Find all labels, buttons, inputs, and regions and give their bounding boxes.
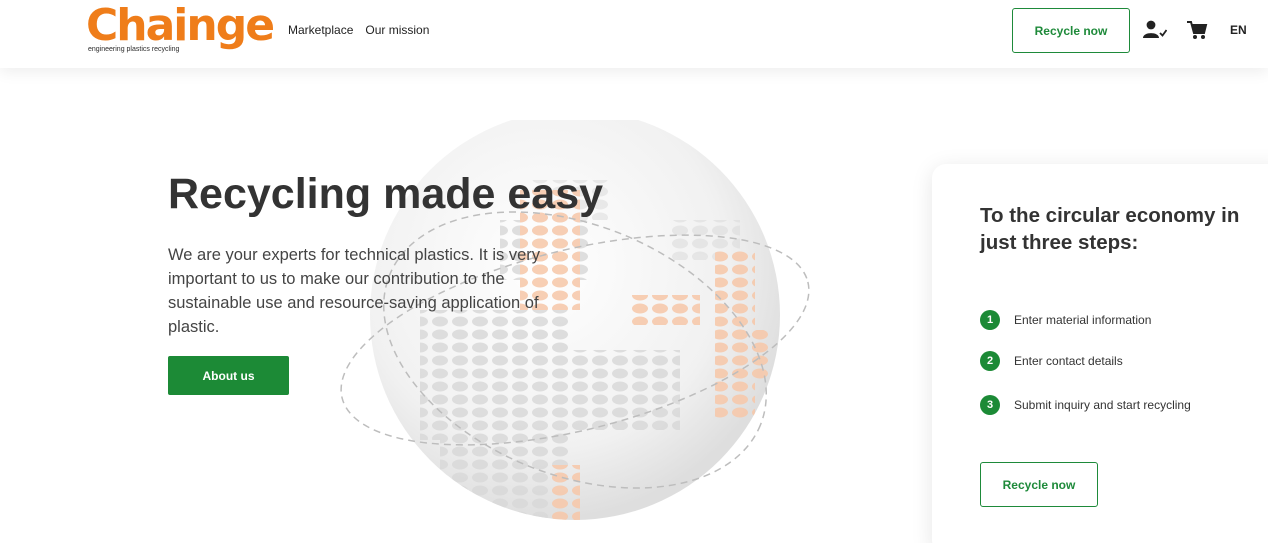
header-recycle-now-button[interactable]: Recycle now — [1012, 8, 1130, 53]
user-check-icon[interactable] — [1142, 18, 1168, 42]
nav-item-our-mission[interactable]: Our mission — [365, 23, 429, 37]
logo[interactable]: Chainge engineering plastics recycling — [86, 0, 275, 58]
step-number-badge: 2 — [980, 351, 1000, 371]
hero-description: We are your experts for technical plasti… — [168, 246, 540, 336]
hero-title: Recycling made easy — [168, 170, 604, 218]
language-switcher[interactable]: EN — [1230, 23, 1247, 37]
steps-card-title: To the circular economy in just three st… — [980, 204, 1240, 254]
logo-wordmark: Chainge — [86, 0, 275, 51]
main-nav: Marketplace Our mission — [288, 23, 429, 37]
nav-item-marketplace[interactable]: Marketplace — [288, 23, 353, 37]
logo-tagline: engineering plastics recycling — [88, 46, 180, 53]
cart-icon[interactable] — [1184, 18, 1210, 42]
step-label: Submit inquiry and start recycling — [1014, 398, 1191, 412]
step-item: 1 Enter material information — [980, 310, 1151, 330]
page: Chainge engineering plastics recycling M… — [0, 0, 1268, 543]
step-label: Enter material information — [1014, 313, 1152, 327]
card-recycle-now-button[interactable]: Recycle now — [980, 462, 1098, 507]
about-us-button[interactable]: About us — [168, 356, 289, 395]
step-number-badge: 3 — [980, 395, 1000, 415]
site-header: Chainge engineering plastics recycling M… — [0, 0, 1268, 68]
step-item: 3 Submit inquiry and start recycling — [980, 395, 1191, 415]
step-item: 2 Enter contact details — [980, 351, 1123, 371]
step-label: Enter contact details — [1014, 354, 1123, 368]
step-number-badge: 1 — [980, 310, 1000, 330]
steps-card: To the circular economy in just three st… — [932, 164, 1268, 543]
